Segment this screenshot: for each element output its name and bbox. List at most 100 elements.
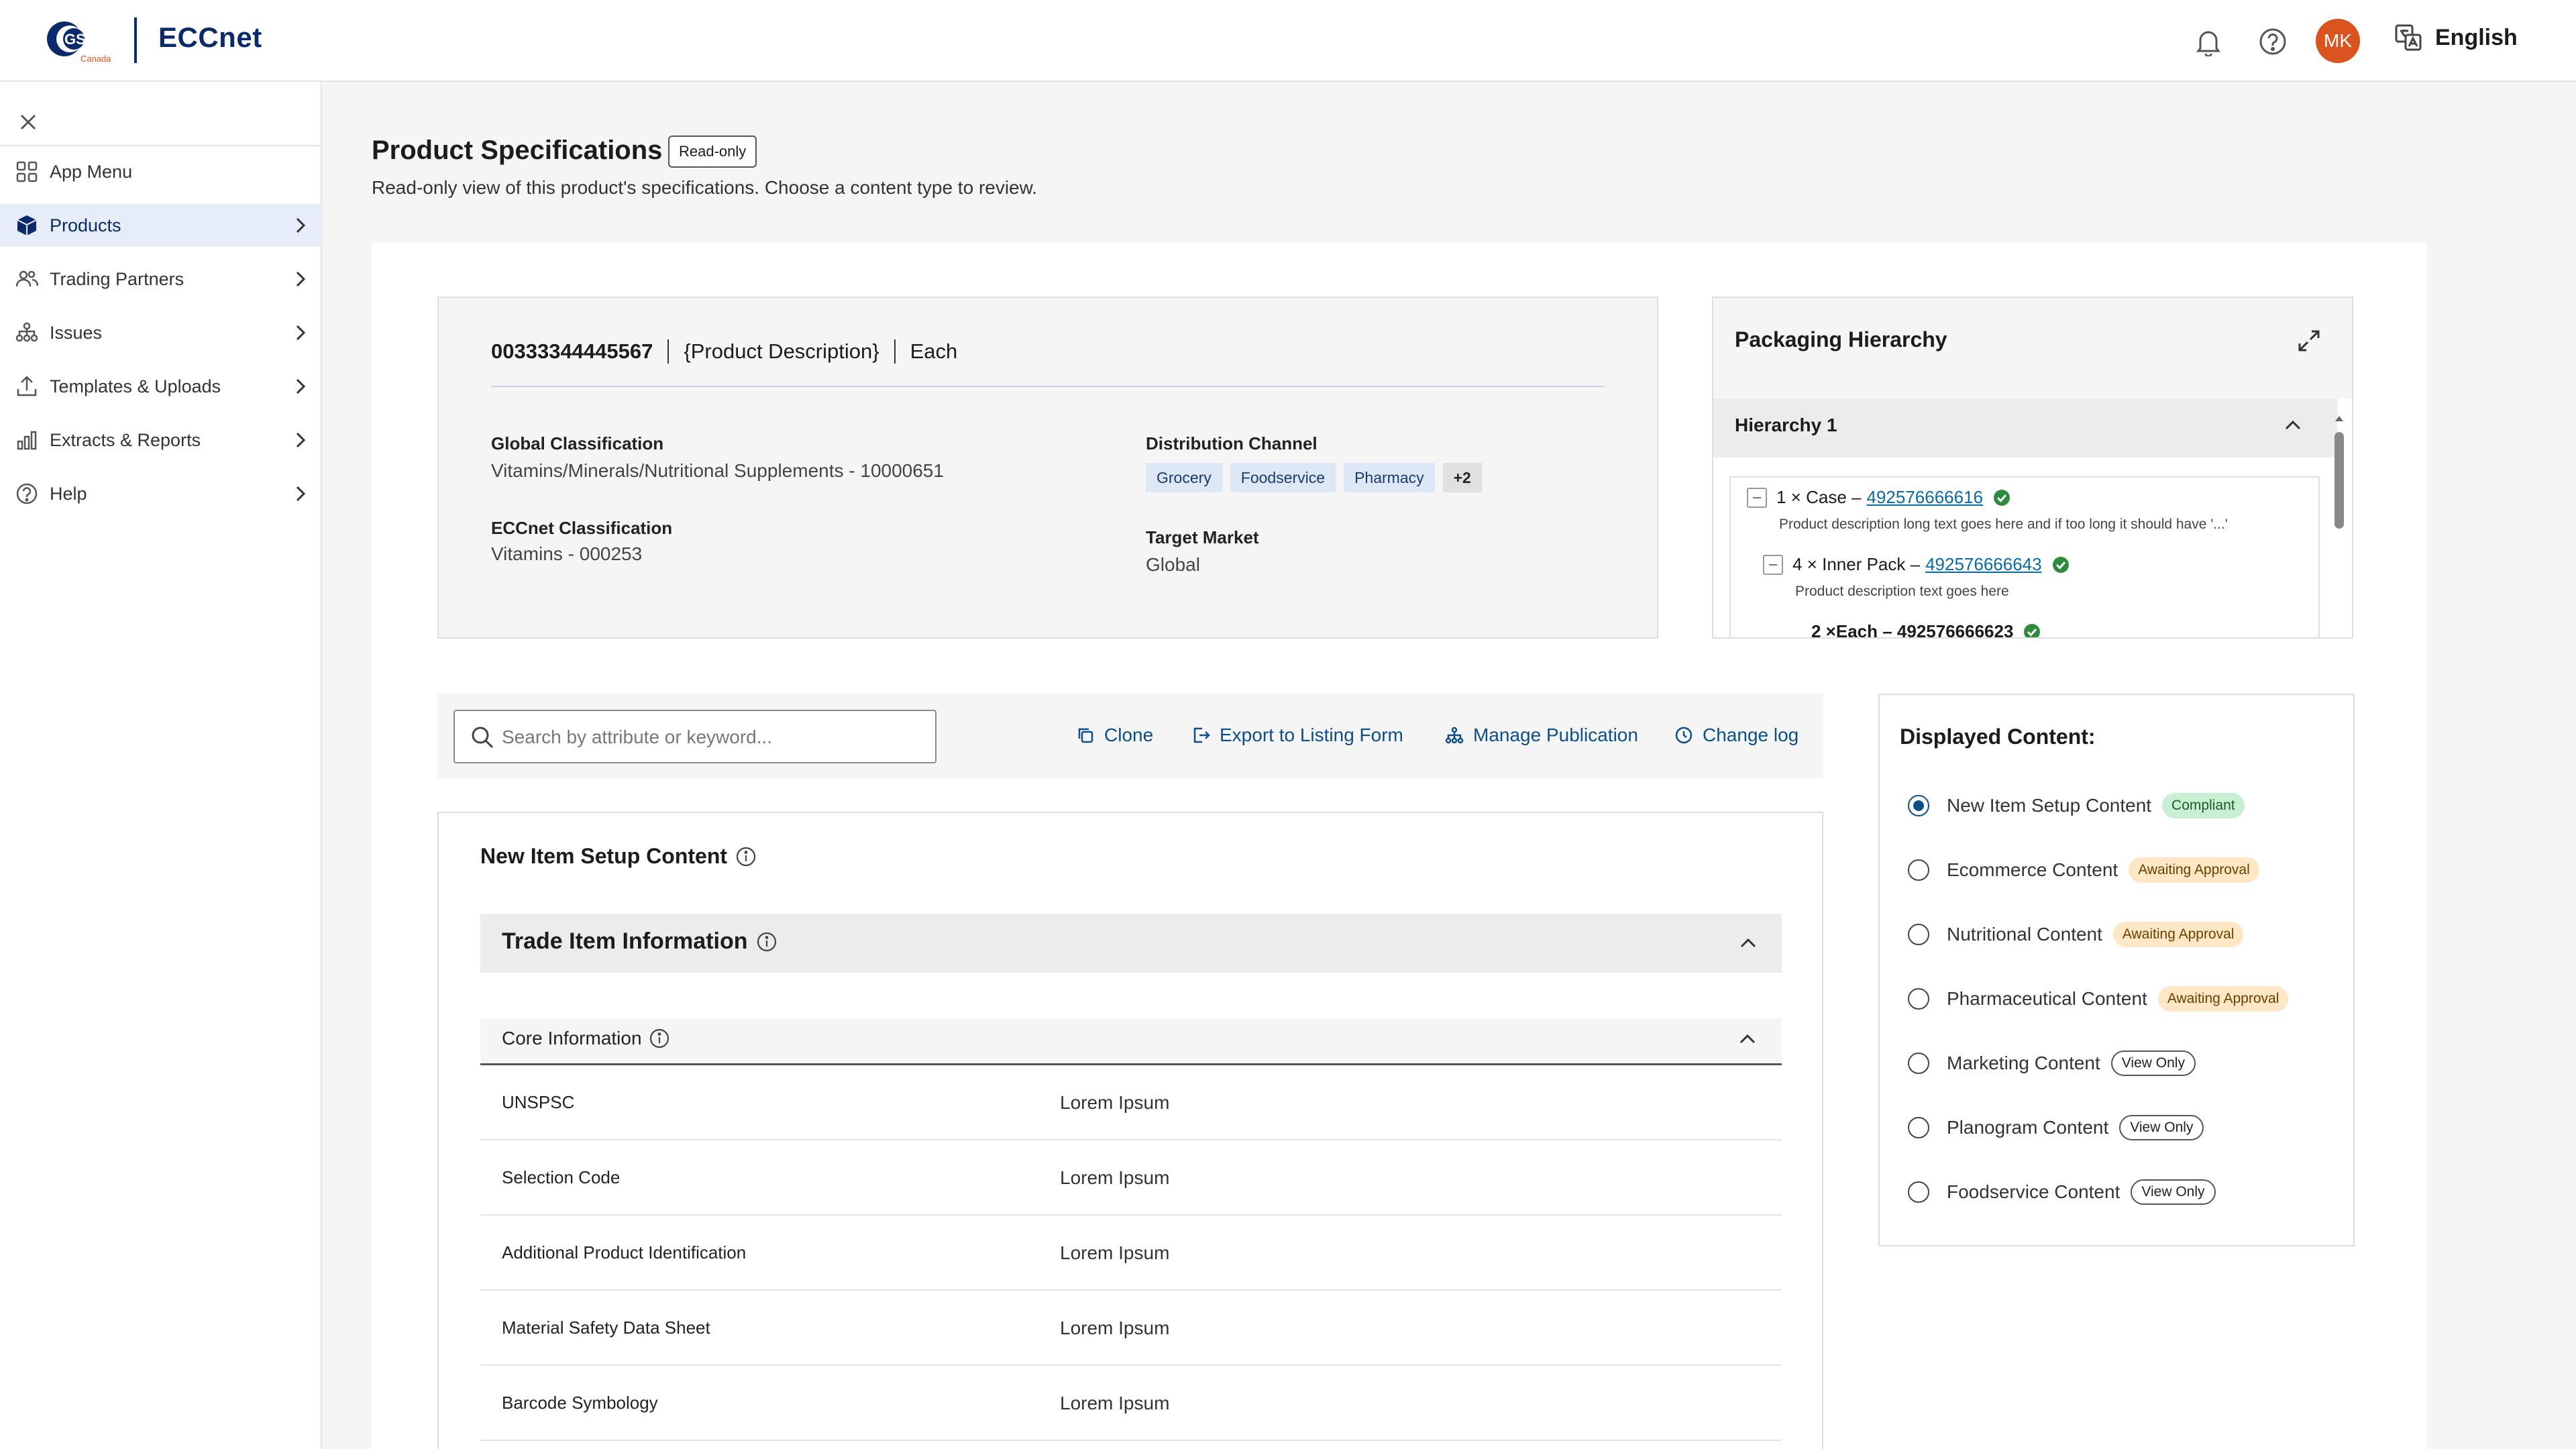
global-classification-label: Global Classification — [491, 433, 664, 453]
eccnet-classification-value: Vitamins - 000253 — [491, 543, 643, 564]
table-row: Barcode Symbology Lorem Ipsum — [480, 1366, 1782, 1441]
sidebar-item-trading-partners[interactable]: Trading Partners — [0, 258, 322, 301]
page-title: Product Specifications — [372, 136, 663, 165]
content-option-pharmaceutical[interactable]: Pharmaceutical Content Awaiting Approval — [1908, 986, 2289, 1012]
radio-button[interactable] — [1908, 988, 1929, 1010]
content-option-nutritional[interactable]: Nutritional Content Awaiting Approval — [1908, 922, 2244, 947]
sidebar-item-help[interactable]: Help — [0, 472, 322, 515]
sidebar-item-templates-uploads[interactable]: Templates & Uploads — [0, 365, 322, 408]
logo-subtext: Canada — [80, 54, 111, 64]
option-label: Nutritional Content — [1947, 924, 2102, 945]
grid-icon — [16, 161, 38, 182]
content-option-ecommerce[interactable]: Ecommerce Content Awaiting Approval — [1908, 857, 2259, 883]
content-option-marketing[interactable]: Marketing Content View Only — [1908, 1051, 2196, 1076]
sidebar-divider — [0, 145, 322, 146]
option-label: Planogram Content — [1947, 1117, 2109, 1138]
change-log-button[interactable]: Change log — [1674, 724, 1799, 746]
check-circle-icon — [2052, 556, 2069, 573]
status-badge: View Only — [2131, 1179, 2216, 1205]
content-option-new-item-setup[interactable]: New Item Setup Content Compliant — [1908, 793, 2245, 818]
core-information-header[interactable] — [480, 1018, 1782, 1065]
bell-icon[interactable] — [2190, 23, 2227, 60]
content-option-foodservice[interactable]: Foodservice Content View Only — [1908, 1179, 2216, 1205]
user-avatar[interactable]: MK — [2316, 19, 2360, 63]
read-only-badge: Read-only — [668, 136, 757, 168]
close-icon[interactable] — [15, 109, 42, 136]
chart-icon — [17, 431, 37, 450]
status-badge: View Only — [2119, 1115, 2204, 1140]
clone-button[interactable]: Clone — [1076, 724, 1153, 746]
logo-divider — [134, 17, 137, 63]
scrollbar-thumb[interactable] — [2334, 432, 2344, 529]
gs1-logo[interactable]: GS1 Canada — [40, 17, 121, 66]
help-icon[interactable] — [2254, 23, 2292, 60]
attribute-name: UNSPSC — [502, 1092, 575, 1112]
content-title: New Item Setup Content — [480, 844, 757, 869]
section-title-text: Trade Item Information — [502, 928, 748, 954]
radio-button[interactable] — [1908, 1053, 1929, 1074]
option-label: New Item Setup Content — [1947, 795, 2152, 816]
subsection-title: Core Information — [502, 1028, 670, 1049]
users-icon — [15, 270, 39, 287]
chevron-right-icon — [296, 486, 306, 502]
collapse-toggle[interactable] — [1747, 487, 1767, 508]
subsection-title-text: Core Information — [502, 1028, 642, 1049]
language-switcher[interactable]: English — [2394, 23, 2518, 52]
radio-button[interactable] — [1908, 924, 1929, 945]
content-option-planogram[interactable]: Planogram Content View Only — [1908, 1115, 2204, 1140]
app-name[interactable]: ECCnet — [158, 21, 262, 54]
export-listing-form-button[interactable]: Export to Listing Form — [1191, 724, 1403, 746]
page-subtitle: Read-only view of this product's specifi… — [372, 177, 1038, 198]
search-box[interactable] — [453, 710, 936, 763]
target-market-label: Target Market — [1146, 527, 1259, 547]
chevron-up-icon[interactable] — [1736, 1028, 1759, 1051]
attribute-name: Barcode Symbology — [502, 1393, 658, 1413]
info-icon[interactable] — [756, 931, 777, 953]
channel-chip: Foodservice — [1230, 463, 1336, 492]
distribution-channel-label: Distribution Channel — [1146, 433, 1318, 453]
content-title-text: New Item Setup Content — [480, 844, 728, 868]
attribute-value: Lorem Ipsum — [1060, 1167, 1170, 1188]
radio-button[interactable] — [1908, 1181, 1929, 1203]
sidebar: App Menu Products Trading Partners Issue… — [0, 82, 322, 1449]
status-badge: Compliant — [2162, 793, 2245, 818]
logo-text: GS1 — [64, 31, 94, 48]
sidebar-item-app-menu[interactable]: App Menu — [0, 150, 322, 193]
table-row: UNSPSC Lorem Ipsum — [480, 1065, 1782, 1140]
sidebar-item-products[interactable]: Products — [0, 204, 322, 247]
search-input[interactable] — [502, 720, 918, 754]
radio-button[interactable] — [1908, 795, 1929, 816]
status-badge: Awaiting Approval — [2112, 922, 2244, 947]
sidebar-item-label: App Menu — [50, 161, 133, 182]
sidebar-item-extracts-reports[interactable]: Extracts & Reports — [0, 419, 322, 462]
sidebar-item-label: Templates & Uploads — [50, 376, 221, 396]
attribute-name: Additional Product Identification — [502, 1242, 747, 1263]
target-market-value: Global — [1146, 554, 1200, 575]
info-icon[interactable] — [735, 846, 757, 867]
chevron-up-icon[interactable] — [2281, 413, 2305, 437]
product-unit: Each — [910, 339, 958, 363]
expand-icon[interactable] — [2296, 327, 2322, 354]
status-badge: Awaiting Approval — [2157, 986, 2289, 1012]
attribute-name: Selection Code — [502, 1167, 621, 1187]
tree-node-inner-pack: 4 × Inner Pack – 492576666643 — [1763, 554, 2070, 575]
chevron-right-icon — [296, 432, 306, 448]
radio-button[interactable] — [1908, 859, 1929, 881]
chevron-up-icon[interactable] — [1736, 931, 1760, 955]
manage-publication-button[interactable]: Manage Publication — [1445, 724, 1638, 746]
gtin-link[interactable]: 492576666643 — [1925, 554, 2042, 575]
displayed-content-panel — [1878, 694, 2355, 1246]
radio-button[interactable] — [1908, 1117, 1929, 1138]
packaging-hierarchy-card: Packaging Hierarchy Hierarchy 1 1 × Case… — [1712, 297, 2353, 639]
sidebar-item-issues[interactable]: Issues — [0, 311, 322, 354]
attribute-value: Lorem Ipsum — [1060, 1393, 1170, 1413]
more-channels-chip[interactable]: +2 — [1442, 463, 1482, 492]
collapse-toggle[interactable] — [1763, 554, 1783, 575]
divider — [667, 339, 669, 364]
gtin-link[interactable]: 492576666616 — [1866, 487, 1983, 508]
channel-chip: Grocery — [1146, 463, 1222, 492]
top-header: GS1 Canada ECCnet MK English — [0, 0, 2576, 82]
distribution-channel-chips: Grocery Foodservice Pharmacy +2 — [1146, 463, 1482, 492]
info-icon[interactable] — [649, 1028, 670, 1049]
global-classification-value: Vitamins/Minerals/Nutritional Supplement… — [491, 460, 944, 481]
